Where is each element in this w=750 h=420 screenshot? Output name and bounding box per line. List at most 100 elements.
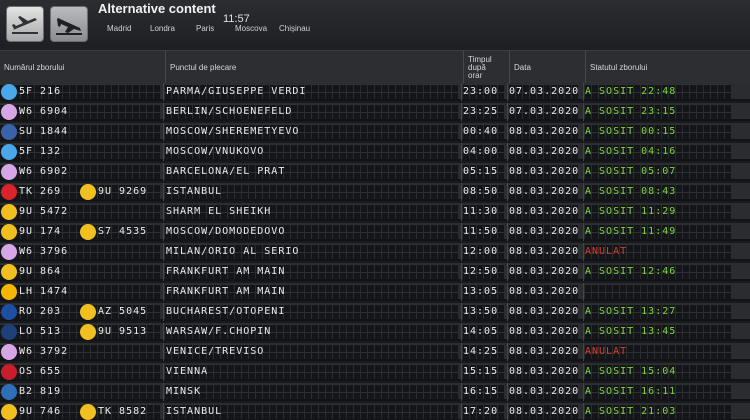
flight-date: 08.03.2020 (509, 326, 580, 337)
flight-date: 08.03.2020 (509, 146, 580, 157)
flap-tile (431, 204, 437, 220)
flight-row[interactable]: RO 203 AZ 5045 BUCHAREST/OTOPENI 13:50 08.03… (0, 303, 750, 321)
flap-tile (368, 364, 374, 380)
flap-tile (147, 244, 153, 260)
flap-tile (242, 404, 248, 420)
column-divider (507, 83, 508, 101)
airline-logo-icon (1, 124, 17, 140)
flight-row[interactable]: 5F 216 PARMA/GIUSEPPE VERDI 23:00 07.03.202… (0, 83, 750, 101)
flight-row[interactable]: B2 819 MINSK 16:15 08.03.2020 A SOSIT 16:11 (0, 383, 750, 401)
flap-tile (431, 404, 437, 420)
flap-tile (676, 164, 682, 180)
column-divider (583, 83, 584, 101)
flap-tile (669, 344, 675, 360)
column-divider (583, 183, 584, 201)
flap-tile (347, 224, 353, 240)
flap-tile (77, 244, 83, 260)
airline-logo-icon (1, 164, 17, 180)
flap-tile (347, 144, 353, 160)
flap-tile (606, 284, 612, 300)
flap-tile (375, 344, 381, 360)
flap-tile (410, 124, 416, 140)
flap-tile (382, 304, 388, 320)
flap-tile (277, 184, 283, 200)
arrivals-tab[interactable] (50, 6, 88, 42)
flap-tile (291, 184, 297, 200)
flap-tile (438, 104, 444, 120)
flap-tile (291, 144, 297, 160)
flight-row[interactable]: W6 6902 BARCELONA/EL PRAT 05:15 08.03.2020 A… (0, 163, 750, 181)
flap-tile (242, 384, 248, 400)
flap-tile (718, 104, 724, 120)
flap-tile (368, 244, 374, 260)
flap-tile (368, 164, 374, 180)
flight-row[interactable]: W6 6904 BERLIN/SCHOENEFELD 23:25 07.03.2020… (0, 103, 750, 121)
flap-tile (375, 324, 381, 340)
flap-tile (704, 84, 710, 100)
flight-row[interactable]: W6 3792 VENICE/TREVISO 14:25 08.03.2020 ANUL… (0, 343, 750, 361)
flap-tile (84, 344, 90, 360)
flap-tile (291, 224, 297, 240)
origin-airport: ISTANBUL (166, 406, 223, 417)
flap-tile (498, 184, 504, 200)
flight-row[interactable]: 9U 5472 SHARM EL SHEIKH 11:30 08.03.2020 A S… (0, 203, 750, 221)
flap-tile (354, 304, 360, 320)
flap-tile (221, 364, 227, 380)
flap-tile (140, 84, 146, 100)
flight-row[interactable]: OS 655 VIENNA 15:15 08.03.2020 A SOSIT 15:04 (0, 363, 750, 381)
flap-tile (270, 184, 276, 200)
flap-tile (133, 384, 139, 400)
flap-tile (147, 344, 153, 360)
flap-tile (140, 124, 146, 140)
flap-tile (84, 124, 90, 140)
flap-tile (333, 124, 339, 140)
flap-tile (704, 284, 710, 300)
flap-tile (704, 244, 710, 260)
flap-tile (284, 344, 290, 360)
flap-tile (438, 144, 444, 160)
column-divider (583, 363, 584, 381)
flight-row[interactable]: TK 269 9U 9269 ISTANBUL 08:50 08.03.2020 A SO… (0, 183, 750, 201)
flight-status: A SOSIT 00:15 (585, 126, 677, 137)
scheduled-time: 00:40 (463, 126, 499, 137)
flap-tile (133, 144, 139, 160)
flight-row[interactable]: 9U 864 FRANKFURT AM MAIN 12:50 08.03.2020 A … (0, 263, 750, 281)
flap-tile (326, 364, 332, 380)
flight-row[interactable]: LH 1474 FRANKFURT AM MAIN 13:05 08.03.2020 (0, 283, 750, 301)
flap-tile (648, 284, 654, 300)
flap-tile (725, 184, 731, 200)
flight-row[interactable]: 5F 132 MOSCOW/VNUKOVO 04:00 08.03.2020 A SOS… (0, 143, 750, 161)
flight-date: 08.03.2020 (509, 226, 580, 237)
flap-tile (354, 104, 360, 120)
flap-tile (119, 264, 125, 280)
flap-tile (676, 344, 682, 360)
flight-row[interactable]: W6 3796 MILAN/ORIO AL SERIO 12:00 08.03.202… (0, 243, 750, 261)
flap-tile (375, 264, 381, 280)
departures-tab[interactable] (6, 6, 44, 42)
flap-tile (333, 224, 339, 240)
flap-tile (305, 204, 311, 220)
flap-tile (452, 224, 458, 240)
flap-tile (126, 124, 132, 140)
flap-tile (361, 204, 367, 220)
flight-row[interactable]: 9U 746 TK 8582 ISTANBUL 17:20 08.03.2020 A SO… (0, 403, 750, 420)
flap-tile (424, 404, 430, 420)
flight-row[interactable]: 9U 174 S7 4535 MOSCOW/DOMODEDOVO 11:50 08.03… (0, 223, 750, 241)
flap-tile (354, 284, 360, 300)
flap-tile (382, 264, 388, 280)
scheduled-time: 08:50 (463, 186, 499, 197)
flap-tile (133, 364, 139, 380)
flap-tile (340, 104, 346, 120)
flight-row[interactable]: LO 513 9U 9513 WARSAW/F.CHOPIN 14:05 08.03.2… (0, 323, 750, 341)
flap-tile (368, 204, 374, 220)
flap-tile (599, 284, 605, 300)
flight-row[interactable]: SU 1844 MOSCOW/SHEREMETYEVO 00:40 08.03.202… (0, 123, 750, 141)
flap-tile (676, 364, 682, 380)
flap-tile (725, 324, 731, 340)
flap-tile (403, 324, 409, 340)
flap-tile (613, 284, 619, 300)
flap-tile (725, 144, 731, 160)
flap-tile (70, 184, 76, 200)
flap-tile (403, 144, 409, 160)
flap-tile (284, 384, 290, 400)
